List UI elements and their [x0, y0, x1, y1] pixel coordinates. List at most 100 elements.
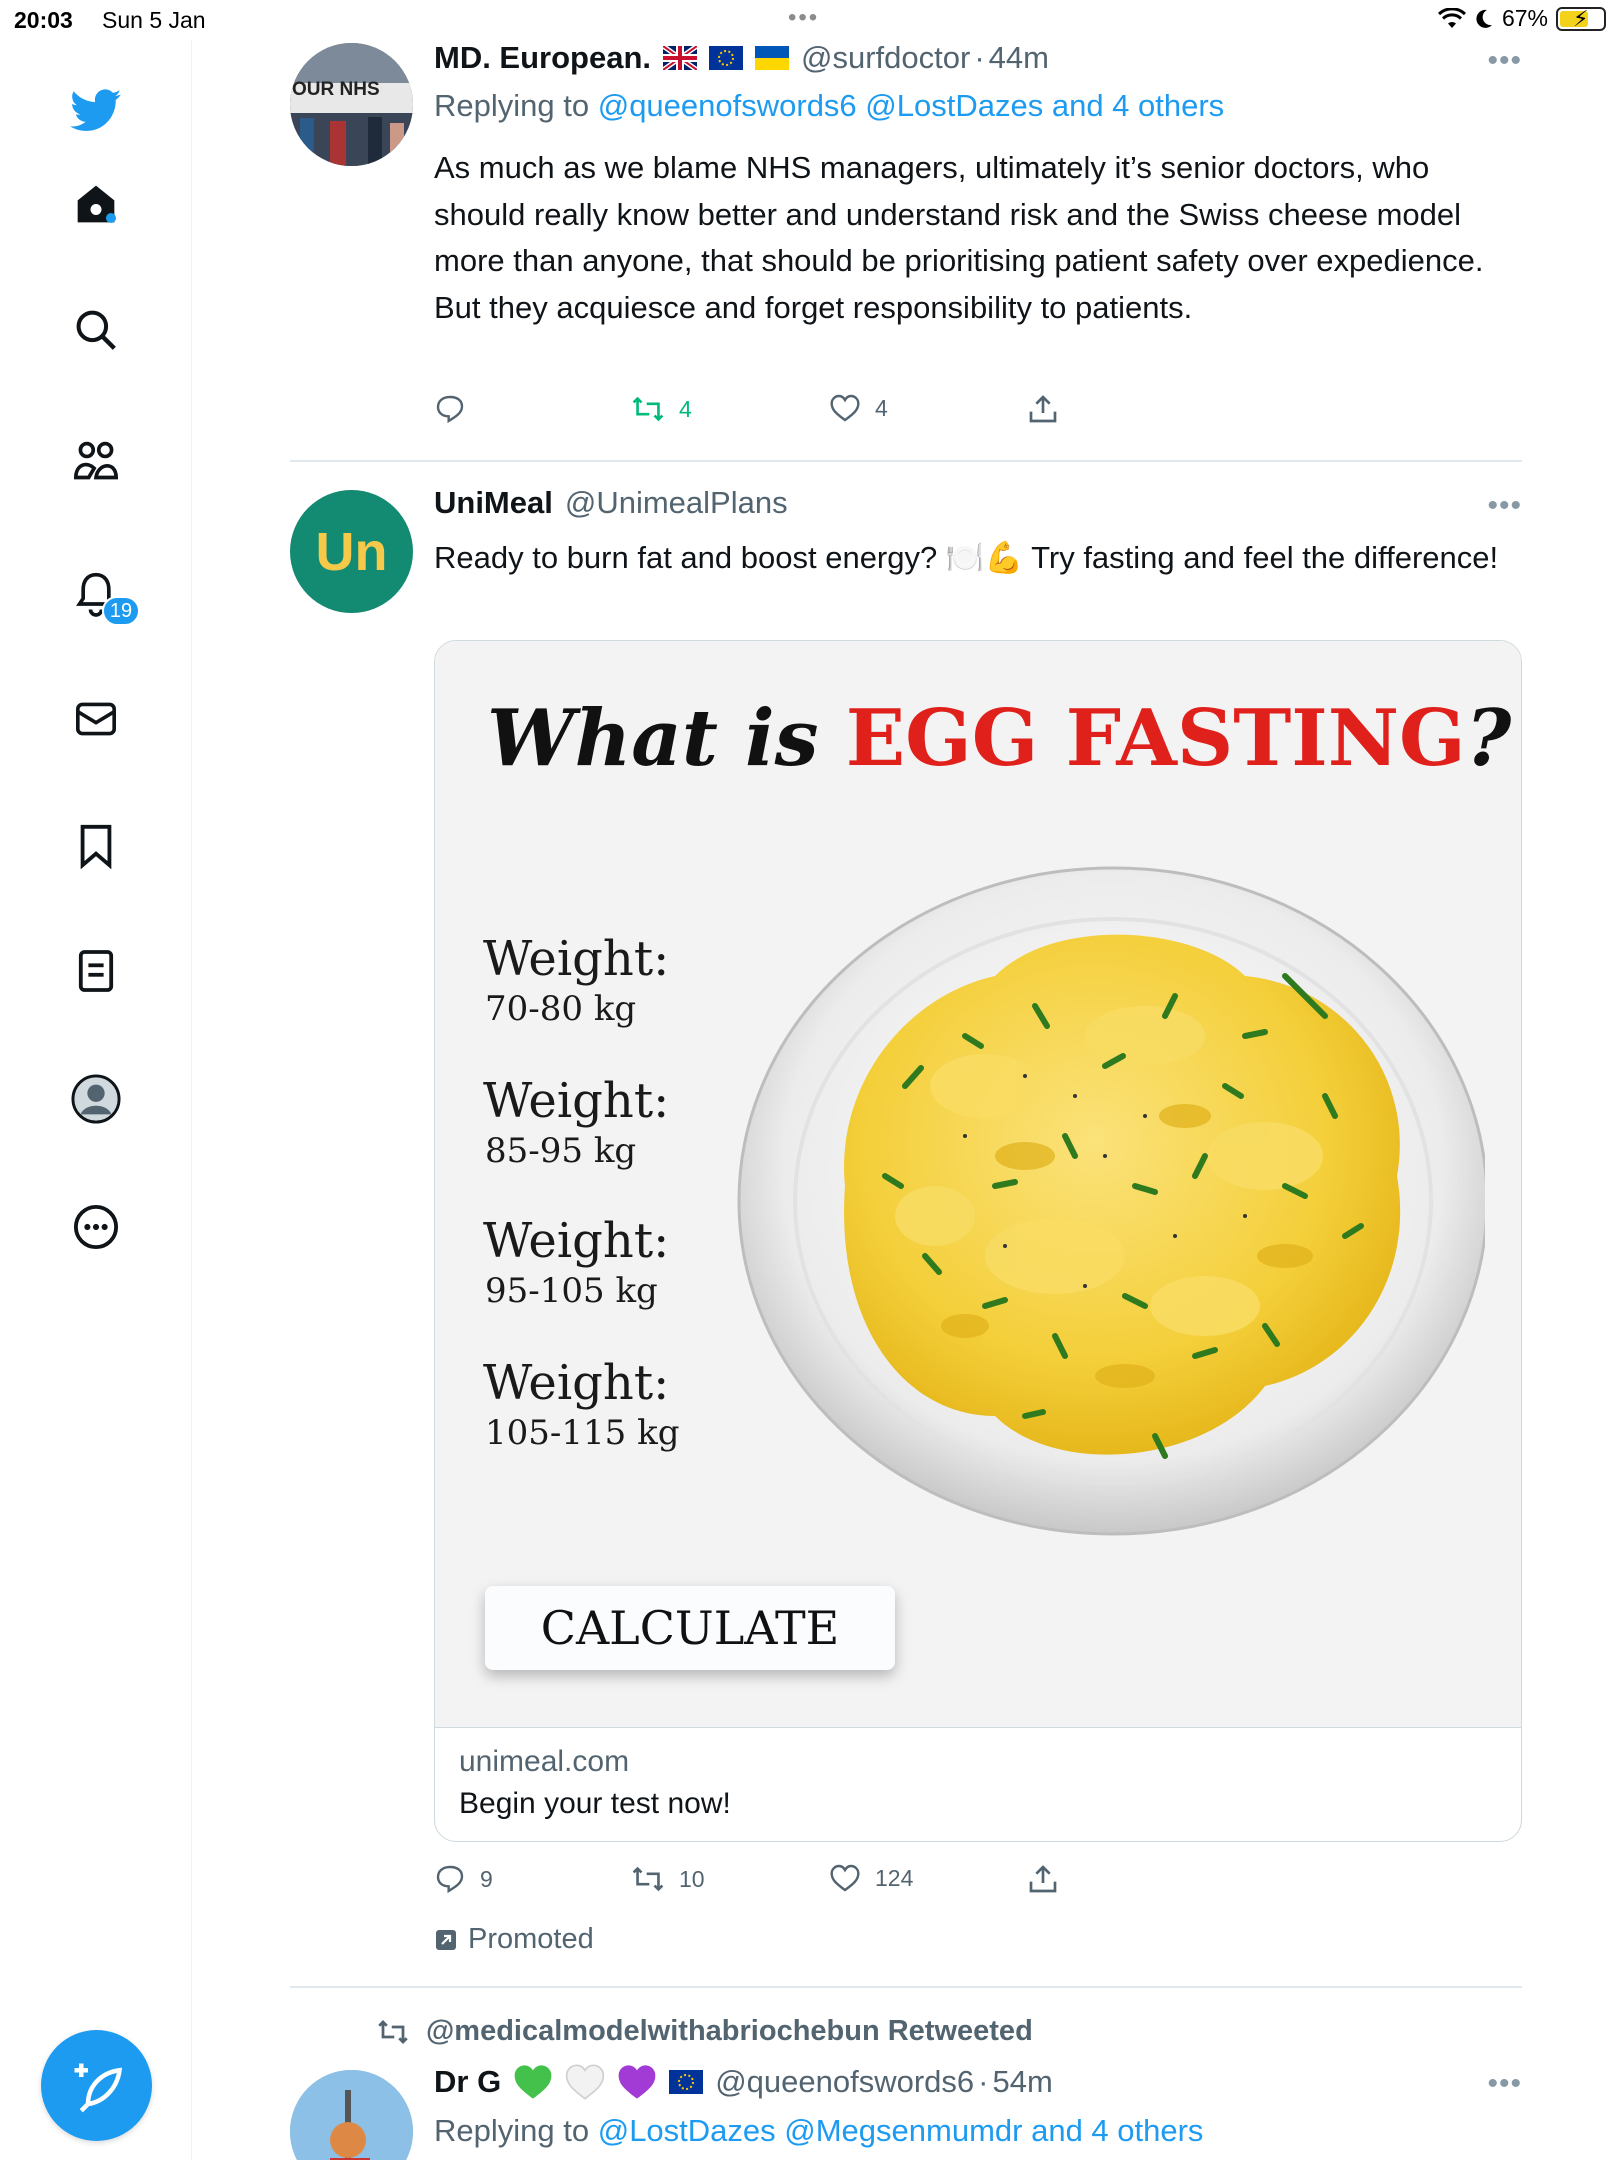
weight-value: 105-115 kg: [485, 1413, 680, 1453]
author-handle[interactable]: @UnimealPlans: [565, 485, 788, 521]
multitasking-dots-icon[interactable]: •••: [788, 4, 819, 32]
reply-mentions[interactable]: @queenofswords6 @LostDazes and 4 others: [598, 88, 1224, 123]
headline-suffix: ?: [1465, 693, 1512, 784]
share-button[interactable]: [1028, 393, 1058, 425]
calculate-button[interactable]: CALCULATE: [485, 1586, 895, 1670]
author-name[interactable]: UniMeal: [434, 485, 553, 521]
battery-percent: 67%: [1501, 5, 1548, 31]
tweet-text: Ready to burn fat and boost energy? 🍽️💪 …: [434, 540, 1499, 575]
reply-icon: [436, 1865, 464, 1894]
author-handle[interactable]: @surfdoctor: [801, 40, 970, 76]
more-circle-icon[interactable]: [70, 1201, 122, 1253]
eu-flag-icon: [669, 2070, 704, 2094]
retweet-context: @medicalmodelwithabriochebun Retweeted: [376, 2015, 1033, 2048]
tweet[interactable]: OUR NHS MD. European. @surfdoctor · 44m …: [290, 40, 1522, 460]
author-handle[interactable]: @queenofswords6: [715, 2064, 974, 2100]
ukraine-flag-icon: [755, 46, 790, 70]
avatar[interactable]: OUR NHS: [290, 43, 413, 166]
weight-label: Weight:: [483, 1355, 670, 1411]
home-unread-dot: [106, 213, 116, 223]
share-button[interactable]: [1028, 1863, 1058, 1895]
moon-icon: [1476, 9, 1492, 28]
avatar-sign-text: OUR NHS: [292, 79, 380, 100]
notification-badge: 19: [102, 596, 140, 626]
retweet-button[interactable]: 4: [631, 393, 692, 425]
retweet-icon: [632, 396, 664, 422]
weight-label: Weight:: [483, 1073, 670, 1129]
retweet-icon: [632, 1866, 664, 1892]
tweet[interactable]: @medicalmodelwithabriochebun Retweeted D…: [290, 2015, 1522, 2160]
uk-flag-icon: [663, 46, 698, 70]
compose-icon: [74, 2063, 122, 2112]
like-button[interactable]: 4: [829, 393, 888, 423]
eu-flag-icon: [709, 46, 744, 70]
compose-button[interactable]: [41, 2030, 152, 2141]
status-bar: 20:03 Sun 5 Jan ••• 67% ⚡: [0, 0, 1620, 40]
headline-highlight: EGG FASTING: [845, 693, 1466, 784]
people-icon[interactable]: [70, 435, 122, 487]
author-name[interactable]: MD. European.: [434, 40, 651, 76]
unimeal-logo-text: Un: [315, 521, 388, 582]
share-icon: [1029, 1865, 1057, 1893]
divider: [290, 460, 1522, 462]
avatar[interactable]: [290, 2070, 413, 2160]
like-count: 4: [875, 394, 888, 421]
more-options-icon[interactable]: •••: [1487, 44, 1522, 78]
mail-icon[interactable]: [70, 693, 122, 745]
like-count: 124: [875, 1864, 914, 1891]
heart-icon: [830, 394, 860, 422]
tweet[interactable]: Un UniMeal @UnimealPlans ••• Ready to bu…: [290, 485, 1522, 1985]
reply-button[interactable]: [434, 393, 480, 425]
search-icon[interactable]: [70, 304, 122, 356]
share-icon: [1029, 395, 1057, 423]
retweeted-by[interactable]: @medicalmodelwithabriochebun Retweeted: [426, 2015, 1033, 2048]
white-heart-icon: [566, 2064, 605, 2100]
tweet-actions: 4 4: [434, 393, 1134, 433]
profile-icon[interactable]: [70, 1073, 122, 1125]
avatar[interactable]: Un: [290, 490, 413, 613]
promoted-label[interactable]: Promoted: [434, 1923, 594, 1956]
weight-label: Weight:: [483, 1213, 670, 1269]
divider: [290, 1986, 1522, 1988]
reply-button[interactable]: 9: [434, 1863, 493, 1895]
bookmark-icon[interactable]: [70, 820, 122, 872]
reply-count: 9: [480, 1865, 493, 1892]
promoted-icon: [436, 1929, 456, 1950]
wifi-icon: [1437, 7, 1466, 28]
timestamp[interactable]: 54m: [992, 2064, 1052, 2100]
date: Sun 5 Jan: [102, 7, 206, 33]
author-name[interactable]: Dr G: [434, 2064, 501, 2100]
reply-mentions[interactable]: @LostDazes @Megsenmumdr and 4 others: [598, 2113, 1204, 2148]
like-button[interactable]: 124: [829, 1863, 913, 1893]
timestamp[interactable]: 44m: [989, 40, 1049, 76]
ad-card[interactable]: What is EGG FASTING? Weight: 70-80 kg We…: [434, 640, 1522, 1842]
separator-dot: ·: [974, 40, 985, 75]
green-heart-icon: [514, 2065, 552, 2099]
bird-icon[interactable]: [70, 85, 122, 137]
list-icon[interactable]: [70, 945, 122, 997]
card-domain[interactable]: unimeal.com: [459, 1745, 629, 1779]
battery-icon: ⚡: [1556, 6, 1606, 31]
home-icon[interactable]: [70, 178, 122, 230]
reply-context: Replying to @queenofswords6 @LostDazes a…: [434, 88, 1224, 124]
more-options-icon[interactable]: •••: [1487, 489, 1522, 523]
weight-value: 95-105 kg: [485, 1271, 658, 1311]
retweet-button[interactable]: 10: [631, 1863, 705, 1895]
separator-dot: ·: [978, 2064, 989, 2099]
tweet-actions: 9 10 124: [434, 1863, 1134, 1903]
promoted-text: Promoted: [468, 1923, 594, 1955]
retweet-icon: [378, 2019, 408, 2044]
reply-icon: [436, 395, 464, 424]
weight-value: 85-95 kg: [485, 1131, 637, 1171]
reply-prefix: Replying to: [434, 2113, 590, 2148]
card-description[interactable]: Begin your test now!: [459, 1787, 731, 1821]
more-options-icon[interactable]: •••: [1487, 2067, 1522, 2101]
scrambled-eggs-plate-image: [737, 866, 1485, 1536]
heart-icon: [830, 1864, 860, 1892]
clock: 20:03: [14, 7, 73, 33]
weight-value: 70-80 kg: [485, 989, 637, 1029]
ad-headline: What is EGG FASTING?: [487, 693, 1511, 784]
ad-image[interactable]: What is EGG FASTING? Weight: 70-80 kg We…: [435, 641, 1521, 1728]
tweet-text: As much as we blame NHS managers, ultima…: [434, 150, 1484, 325]
retweet-count: 10: [679, 1865, 705, 1892]
